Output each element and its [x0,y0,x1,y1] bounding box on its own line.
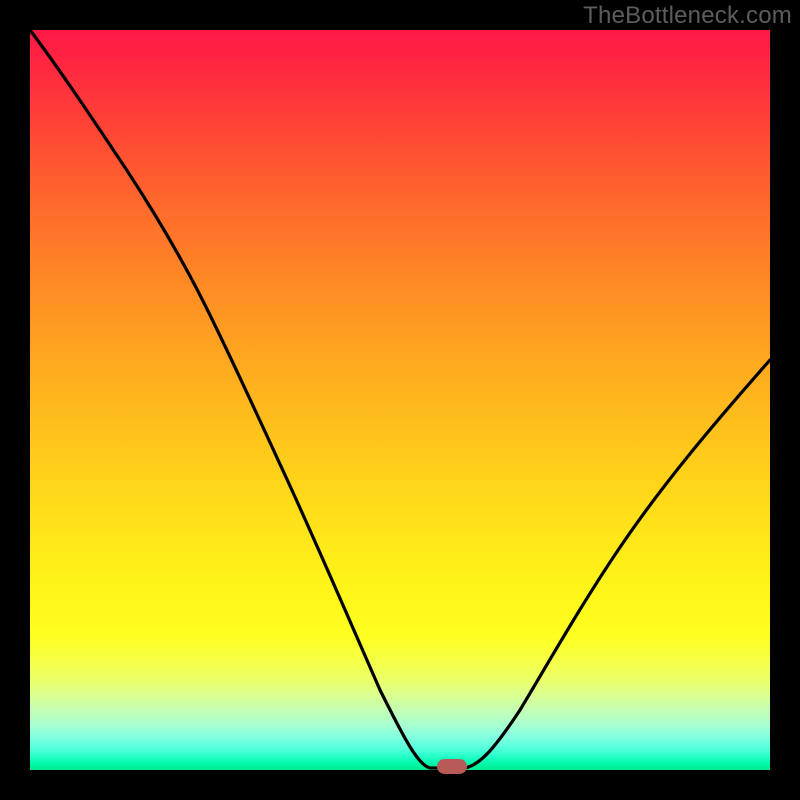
watermark-text: TheBottleneck.com [583,2,792,30]
optimal-marker [437,759,467,774]
bottleneck-curve [30,30,770,768]
plot-area [30,30,770,770]
chart-svg [30,30,770,770]
chart-frame: TheBottleneck.com [0,0,800,800]
